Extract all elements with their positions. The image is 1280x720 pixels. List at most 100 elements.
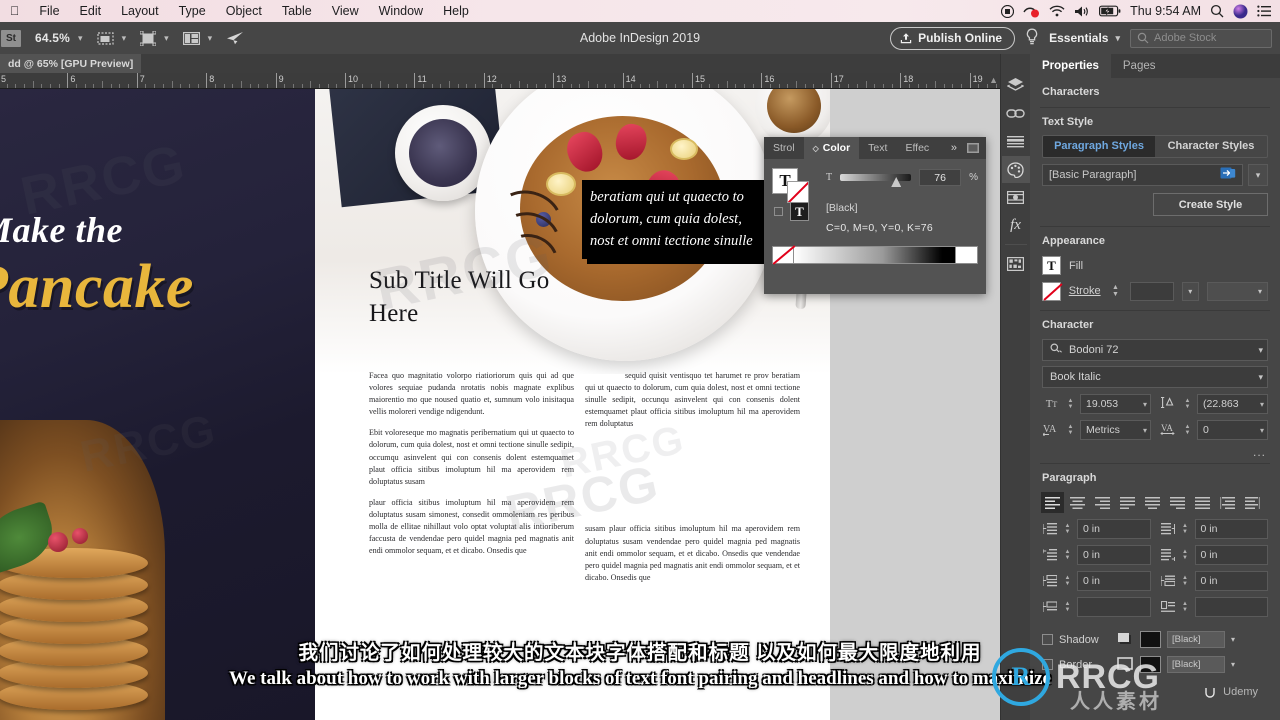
first-line-indent-stepper[interactable]: ▲ ▼ — [1062, 549, 1073, 561]
view-options-icon[interactable] — [140, 30, 157, 46]
font-size-leading-row[interactable]: TT ▲ ▼ 19.053 ▾ ▲ ▼ (22.863 ▾ — [1042, 394, 1268, 414]
tracking-input[interactable]: 0 ▾ — [1197, 420, 1268, 440]
paragraph-styles-icon[interactable] — [1002, 128, 1030, 155]
left-indent-stepper[interactable]: ▲ ▼ — [1062, 523, 1073, 535]
stroke-label[interactable]: Stroke — [1069, 285, 1101, 297]
publish-online-button[interactable]: Publish Online — [890, 26, 1016, 50]
document-page-right[interactable]: Sub Title Will Go Here Facea quo magnita… — [315, 89, 830, 720]
spotlight-search-icon[interactable] — [1210, 4, 1224, 18]
leading-input[interactable]: (22.863 ▾ — [1197, 394, 1268, 414]
justify-all-icon[interactable] — [1191, 492, 1214, 513]
border-row[interactable]: Border [Black] ▾ — [1042, 656, 1268, 673]
menu-item-help[interactable]: Help — [433, 0, 479, 22]
panel-icon-rail[interactable]: fx — [1000, 54, 1030, 720]
menu-item-layout[interactable]: Layout — [111, 0, 169, 22]
object-states-icon[interactable] — [1002, 250, 1030, 277]
paragraph-style-row[interactable]: [Basic Paragraph] ▾ — [1042, 164, 1268, 186]
stock-badge[interactable]: St — [1, 29, 21, 47]
redefine-style-icon[interactable] — [1220, 167, 1236, 183]
stroke-icon[interactable] — [1002, 184, 1030, 211]
align-toward-spine-icon[interactable] — [1216, 492, 1239, 513]
stroke-none-swatch[interactable] — [787, 181, 809, 203]
panel-menu-icon[interactable] — [963, 137, 986, 159]
space-before-input[interactable]: 0 in — [1077, 571, 1151, 591]
justify-last-center-icon[interactable] — [1141, 492, 1164, 513]
border-color-chevron-down-icon[interactable]: ▾ — [1231, 660, 1235, 669]
space-before-stepper[interactable]: ▲ ▼ — [1062, 575, 1073, 587]
justify-last-left-icon[interactable] — [1116, 492, 1139, 513]
border-color-swatch[interactable] — [1140, 656, 1161, 673]
adobe-stock-search[interactable]: Adobe Stock — [1130, 28, 1272, 48]
control-center-icon[interactable] — [1257, 5, 1272, 17]
text-style-segmented-control[interactable]: Paragraph Styles Character Styles — [1042, 135, 1268, 158]
leading-cell[interactable]: ▲ ▼ (22.863 ▾ — [1159, 394, 1268, 414]
font-size-stepper[interactable]: ▲ ▼ — [1065, 398, 1076, 410]
right-indent-cell[interactable]: ▲ ▼ 0 in — [1160, 519, 1268, 539]
right-indent-input[interactable]: 0 in — [1194, 519, 1268, 539]
leading-stepper[interactable]: ▲ ▼ — [1182, 398, 1193, 410]
effects-fx-icon[interactable]: fx — [1002, 212, 1030, 239]
menu-item-table[interactable]: Table — [272, 0, 322, 22]
tracking-stepper[interactable]: ▲ ▼ — [1182, 424, 1193, 436]
tab-color[interactable]: ◇ Color — [803, 137, 860, 159]
left-indent-cell[interactable]: ▲ ▼ 0 in — [1042, 519, 1151, 539]
space-extra2-cell[interactable]: ▲ ▼ — [1160, 597, 1268, 617]
body-column-left[interactable]: Facea quo magnitatio volorpo riatiorioru… — [369, 370, 574, 566]
font-size-cell[interactable]: TT ▲ ▼ 19.053 ▾ — [1042, 394, 1151, 414]
zoom-level-value[interactable]: 64.5% — [35, 31, 70, 45]
white-swatch[interactable] — [956, 246, 978, 264]
kerning-tracking-row[interactable]: VA ▲ ▼ Metrics ▾ VA ▲ ▼ 0 ▾ — [1042, 420, 1268, 440]
screen-mode-chevron-down-icon[interactable]: ▾ — [122, 33, 127, 44]
share-icon[interactable] — [226, 31, 244, 45]
color-spectrum-bar[interactable] — [772, 246, 978, 264]
indent-row-4[interactable]: ▲ ▼ ▲ ▼ — [1042, 597, 1268, 617]
paragraph-align-group[interactable] — [1041, 492, 1269, 513]
paragraph-style-chevron-down-icon[interactable]: ▾ — [1248, 164, 1268, 186]
kerning-input[interactable]: Metrics ▾ — [1080, 420, 1151, 440]
last-line-indent-cell[interactable]: ▲ ▼ 0 in — [1160, 545, 1268, 565]
stroke-weight-input[interactable] — [1130, 281, 1174, 301]
align-left-icon[interactable] — [1041, 492, 1064, 513]
tab-text[interactable]: Text — [859, 137, 896, 159]
tint-slider[interactable] — [840, 174, 912, 187]
shadow-checkbox[interactable] — [1042, 634, 1053, 645]
text-color-swatch[interactable]: T — [790, 202, 809, 221]
tab-pages[interactable]: Pages — [1111, 54, 1168, 78]
workspace-switcher[interactable]: Essentials ▾ — [1049, 31, 1120, 45]
tab-properties[interactable]: Properties — [1030, 54, 1111, 78]
tint-value-input[interactable]: 76 — [919, 169, 962, 186]
tint-slider-handle[interactable] — [891, 177, 902, 187]
screen-mode-icon[interactable] — [96, 31, 114, 45]
right-indent-stepper[interactable]: ▲ ▼ — [1180, 523, 1191, 535]
lightbulb-icon[interactable] — [1025, 28, 1039, 49]
page-subtitle[interactable]: Sub Title Will Go Here — [369, 264, 559, 330]
none-swatch[interactable] — [772, 246, 794, 264]
battery-charging-icon[interactable] — [1099, 5, 1121, 17]
stroke-swatch[interactable] — [1042, 281, 1061, 301]
view-options-chevron-down-icon[interactable]: ▾ — [164, 33, 169, 44]
container-swatch-toggle[interactable] — [774, 207, 783, 216]
character-more-options-button[interactable]: ... — [1030, 445, 1266, 459]
selected-pull-quote[interactable]: beratiam qui ut quaecto to dolorum, cum … — [582, 180, 774, 259]
drop-cap-stepper[interactable]: ▲ ▼ — [1180, 601, 1191, 613]
tab-effects[interactable]: Effec — [896, 137, 938, 159]
align-away-spine-icon[interactable] — [1241, 492, 1264, 513]
properties-panel[interactable]: Properties Pages Characters Text Style P… — [1030, 54, 1280, 720]
kerning-chevron-down-icon[interactable]: ▾ — [1143, 426, 1147, 435]
indent-row-3[interactable]: ▲ ▼ 0 in ▲ ▼ 0 in — [1042, 571, 1268, 591]
last-line-indent-stepper[interactable]: ▲ ▼ — [1180, 549, 1191, 561]
siri-icon[interactable] — [1233, 4, 1248, 19]
kerning-stepper[interactable]: ▲ ▼ — [1065, 424, 1076, 436]
ruler-collapse-icon[interactable]: ▲ — [989, 75, 998, 85]
record-icon[interactable] — [1001, 4, 1015, 18]
first-line-indent-cell[interactable]: ▲ ▼ 0 in — [1042, 545, 1151, 565]
menu-item-view[interactable]: View — [322, 0, 369, 22]
last-line-indent-input[interactable]: 0 in — [1194, 545, 1268, 565]
segment-paragraph-styles[interactable]: Paragraph Styles — [1043, 136, 1155, 157]
document-page-left[interactable]: Make the Pancake RRCG RRCG — [0, 89, 315, 720]
segment-character-styles[interactable]: Character Styles — [1155, 136, 1267, 157]
tracking-cell[interactable]: VA ▲ ▼ 0 ▾ — [1159, 420, 1268, 440]
stroke-weight-chevron-down-icon[interactable]: ▾ — [1181, 281, 1199, 301]
align-center-icon[interactable] — [1066, 492, 1089, 513]
arrange-chevron-down-icon[interactable]: ▾ — [208, 33, 213, 44]
